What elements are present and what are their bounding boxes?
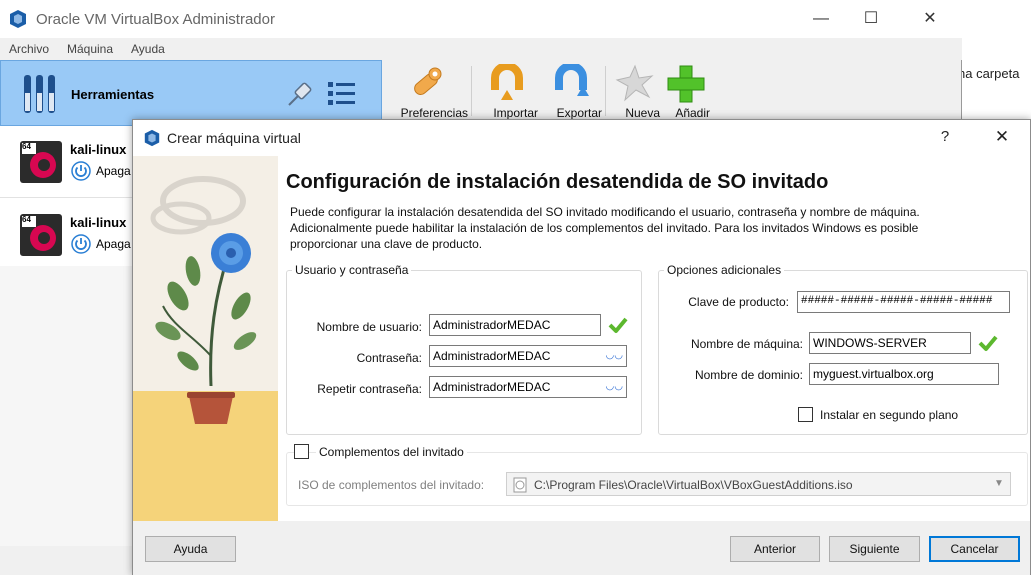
iso-path-select[interactable]: C:\Program Files\Oracle\VirtualBox\VBoxG… — [506, 472, 1011, 496]
repeat-password-value: AdministradorMEDAC — [433, 380, 551, 394]
virtualbox-logo-icon — [10, 10, 26, 28]
help-icon[interactable]: ? — [935, 128, 955, 145]
background-text: ha carpeta — [958, 66, 1020, 81]
export-button[interactable]: Exportar — [540, 60, 602, 122]
repeat-password-label: Repetir contraseña: — [317, 382, 422, 396]
menu-maquina[interactable]: Máquina — [67, 42, 113, 56]
page-title: Configuración de instalación desatendida… — [286, 171, 829, 193]
tools-icon — [24, 75, 55, 113]
product-key-input[interactable]: #####-#####-#####-#####-##### — [797, 291, 1010, 313]
iso-path-value: C:\Program Files\Oracle\VirtualBox\VBoxG… — [534, 478, 853, 492]
main-window-title: Oracle VM VirtualBox Administrador — [36, 11, 275, 28]
toolbar-separator — [471, 66, 472, 116]
username-label: Nombre de usuario: — [316, 320, 422, 334]
show-password-icon[interactable]: ◡◡ — [606, 381, 623, 392]
valid-check-icon — [608, 317, 628, 333]
vm-name: kali-linux — [70, 142, 127, 157]
add-button[interactable]: Añadir — [662, 60, 710, 122]
new-button[interactable]: Nueva — [610, 60, 660, 122]
import-button[interactable]: Importar — [476, 60, 538, 122]
add-icon — [667, 65, 705, 103]
preferences-label: Preferencias — [400, 106, 468, 120]
virtualbox-logo-icon — [144, 129, 160, 147]
menu-archivo[interactable]: Archivo — [9, 42, 49, 56]
dialog-titlebar: Crear máquina virtual ? ✕ — [133, 120, 1030, 156]
iso-label: ISO de complementos del invitado: — [298, 478, 485, 492]
menu-ayuda[interactable]: Ayuda — [131, 42, 165, 56]
background-install-label: Instalar en segundo plano — [820, 408, 959, 422]
power-off-icon — [71, 234, 91, 254]
pin-icon[interactable] — [285, 79, 315, 109]
next-button[interactable]: Siguiente — [829, 536, 920, 562]
menubar: Archivo Máquina Ayuda — [0, 38, 962, 60]
minimize-button[interactable]: — — [806, 8, 836, 30]
vm-state: Apaga — [96, 237, 131, 251]
import-icon — [491, 64, 523, 100]
export-icon — [555, 64, 589, 96]
os-badge: 64 — [22, 215, 31, 224]
preferences-icon — [414, 67, 442, 95]
maximize-button[interactable]: ☐ — [856, 8, 886, 30]
disc-file-icon — [513, 477, 527, 493]
main-titlebar: Oracle VM VirtualBox Administrador — ☐ ✕ — [0, 0, 962, 38]
preferences-button[interactable]: Preferencias — [386, 60, 468, 122]
os-badge: 64 — [22, 142, 31, 151]
sidebar-item-tools[interactable]: Herramientas — [0, 60, 382, 126]
import-label: Importar — [493, 106, 538, 120]
product-key-label: Clave de producto: — [688, 295, 789, 309]
page-description: Puede configurar la instalación desatend… — [290, 205, 920, 251]
valid-check-icon — [978, 335, 998, 351]
dialog-title: Crear máquina virtual — [167, 130, 301, 146]
vm-state: Apaga — [96, 164, 131, 178]
toolbar-separator — [605, 66, 606, 116]
export-label: Exportar — [556, 106, 602, 120]
username-input[interactable]: AdministradorMEDAC — [429, 314, 601, 336]
main-toolbar: Preferencias Importar Exportar Nueva Aña… — [382, 60, 962, 122]
chevron-down-icon[interactable]: ▼ — [988, 473, 1010, 495]
dialog-body: Configuración de instalación desatendida… — [133, 156, 1030, 521]
password-value: AdministradorMEDAC — [433, 349, 551, 363]
additional-options-group-title: Opciones adicionales — [664, 263, 785, 277]
new-icon — [615, 64, 654, 102]
vm-name: kali-linux — [70, 215, 127, 230]
password-label: Contraseña: — [356, 351, 422, 365]
show-password-icon[interactable]: ◡◡ — [606, 350, 623, 361]
password-input[interactable]: AdministradorMEDAC ◡◡ — [429, 345, 627, 367]
create-vm-dialog: Crear máquina virtual ? ✕ Configuración … — [132, 119, 1031, 575]
domain-label: Nombre de dominio: — [694, 368, 803, 382]
flower-illustration — [133, 156, 278, 521]
user-password-group-title: Usuario y contraseña — [292, 263, 412, 277]
guest-additions-label: Complementos del invitado — [316, 445, 467, 459]
close-button[interactable]: ✕ — [915, 8, 945, 30]
hostname-input[interactable]: WINDOWS-SERVER — [809, 332, 971, 354]
background-install-checkbox[interactable] — [798, 407, 813, 422]
power-off-icon — [71, 161, 91, 181]
domain-input[interactable]: myguest.virtualbox.org — [809, 363, 999, 385]
tools-label: Herramientas — [71, 87, 155, 102]
dialog-footer: Ayuda Anterior Siguiente Cancelar — [133, 521, 1030, 575]
cancel-button[interactable]: Cancelar — [929, 536, 1020, 562]
hostname-label: Nombre de máquina: — [690, 337, 803, 351]
new-label: Nueva — [625, 106, 660, 120]
repeat-password-input[interactable]: AdministradorMEDAC ◡◡ — [429, 376, 627, 398]
add-label: Añadir — [675, 106, 710, 120]
list-view-icon[interactable] — [327, 79, 357, 109]
guest-additions-checkbox[interactable] — [294, 444, 309, 459]
back-button[interactable]: Anterior — [730, 536, 820, 562]
help-button[interactable]: Ayuda — [145, 536, 236, 562]
dialog-close-button[interactable]: ✕ — [991, 127, 1013, 147]
